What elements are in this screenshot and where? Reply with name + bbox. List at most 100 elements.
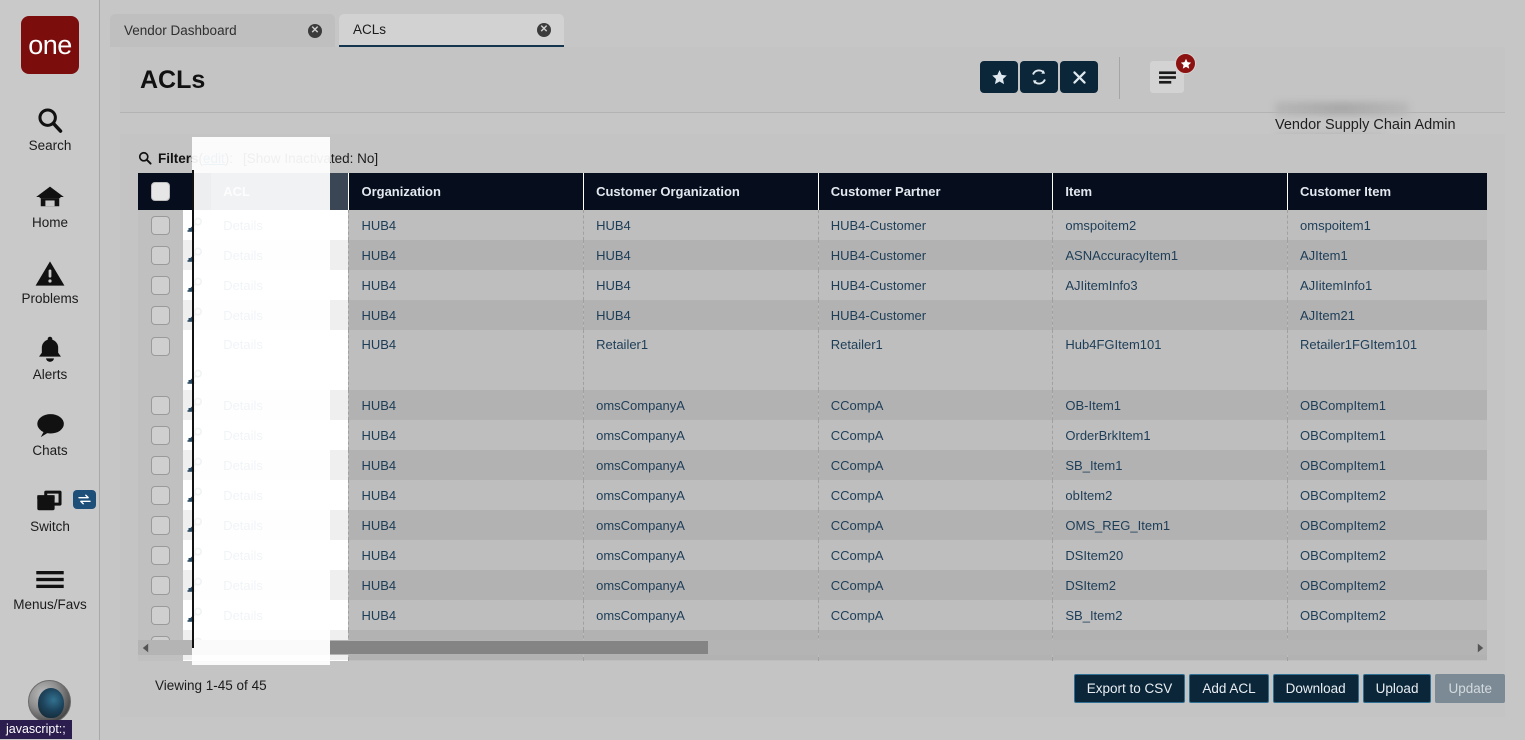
- caret-right-icon[interactable]: [1473, 640, 1487, 655]
- row-detail-icon-cell[interactable]: [183, 330, 211, 390]
- row-detail-icon-cell[interactable]: [183, 240, 211, 270]
- cell-acl[interactable]: Details: [211, 330, 349, 390]
- details-link[interactable]: Details: [223, 518, 263, 533]
- row-select-cell[interactable]: [138, 330, 183, 390]
- upload-button[interactable]: Upload: [1363, 674, 1432, 703]
- cell-acl[interactable]: Details: [211, 210, 349, 240]
- column-header-customer-item[interactable]: Customer Item: [1288, 173, 1487, 210]
- close-circle-icon[interactable]: ✕: [308, 24, 322, 38]
- cell-acl[interactable]: Details: [211, 300, 349, 330]
- row-select-cell[interactable]: [138, 390, 183, 420]
- export-to-csv-button[interactable]: Export to CSV: [1074, 674, 1186, 703]
- details-link[interactable]: Details: [223, 337, 263, 352]
- sidebar-item-problems[interactable]: Problems: [0, 256, 100, 306]
- column-header-organization[interactable]: Organization: [349, 173, 584, 210]
- table-row[interactable]: DetailsHUB4omsCompanyACCompAOB-Item1OBCo…: [138, 390, 1487, 420]
- add-acl-button[interactable]: Add ACL: [1189, 674, 1268, 703]
- table-row[interactable]: DetailsHUB4omsCompanyACCompASB_Item2OBCo…: [138, 600, 1487, 630]
- row-detail-icon-cell[interactable]: [183, 480, 211, 510]
- row-select-cell[interactable]: [138, 300, 183, 330]
- select-all-header[interactable]: [138, 173, 183, 210]
- row-select-cell[interactable]: [138, 450, 183, 480]
- details-link[interactable]: Details: [223, 578, 263, 593]
- row-checkbox[interactable]: [151, 396, 170, 415]
- sidebar-item-menus-favs[interactable]: Menus/Favs: [0, 562, 100, 612]
- refresh-button[interactable]: [1020, 61, 1058, 93]
- horizontal-scrollbar[interactable]: [138, 640, 1487, 655]
- row-detail-icon-cell[interactable]: [183, 600, 211, 630]
- details-link[interactable]: Details: [223, 248, 263, 263]
- row-checkbox[interactable]: [151, 486, 170, 505]
- table-row[interactable]: DetailsHUB4omsCompanyACCompASB_Item1OBCo…: [138, 450, 1487, 480]
- swap-arrows-icon[interactable]: [73, 490, 96, 509]
- cell-acl[interactable]: Details: [211, 270, 349, 300]
- cell-acl[interactable]: Details: [211, 420, 349, 450]
- table-row[interactable]: DetailsHUB4HUB4HUB4-Customeromspoitem2om…: [138, 210, 1487, 240]
- row-detail-icon-cell[interactable]: [183, 420, 211, 450]
- row-checkbox[interactable]: [151, 276, 170, 295]
- star-badge-icon[interactable]: [1175, 53, 1196, 74]
- sidebar-item-home[interactable]: Home: [0, 180, 100, 230]
- row-select-cell[interactable]: [138, 660, 183, 661]
- row-select-cell[interactable]: [138, 210, 183, 240]
- close-button[interactable]: [1060, 61, 1098, 93]
- details-link[interactable]: Details: [223, 398, 263, 413]
- row-detail-icon-cell[interactable]: [183, 510, 211, 540]
- favorite-button[interactable]: [980, 61, 1018, 93]
- table-row[interactable]: DetailsHUB4omsCompanyACCompAOMS_REG_Item…: [138, 510, 1487, 540]
- row-select-cell[interactable]: [138, 540, 183, 570]
- row-select-cell[interactable]: [138, 270, 183, 300]
- download-button[interactable]: Download: [1273, 674, 1359, 703]
- row-detail-icon-cell[interactable]: [183, 270, 211, 300]
- table-row[interactable]: DetailsHUB4omsCompanyACCompAobItem2OBCom…: [138, 480, 1487, 510]
- table-row[interactable]: DetailsHUB4omsCompanyACCompADSItem20OBCo…: [138, 540, 1487, 570]
- row-checkbox[interactable]: [151, 546, 170, 565]
- tab-acls[interactable]: ACLs ✕: [339, 14, 564, 47]
- row-checkbox[interactable]: [151, 576, 170, 595]
- horizontal-scrollbar-thumb[interactable]: [330, 641, 708, 654]
- select-all-checkbox[interactable]: [151, 182, 170, 201]
- row-select-cell[interactable]: [138, 600, 183, 630]
- row-checkbox[interactable]: [151, 456, 170, 475]
- tab-vendor-dashboard[interactable]: Vendor Dashboard ✕: [110, 14, 335, 47]
- filters-edit-link[interactable]: edit: [203, 151, 225, 166]
- sidebar-item-search[interactable]: Search: [0, 103, 100, 153]
- row-detail-icon-cell[interactable]: [183, 570, 211, 600]
- table-row[interactable]: DetailsHUB4HUB4HUB4-CustomerASNAccuracyI…: [138, 240, 1487, 270]
- cell-acl[interactable]: Details: [211, 480, 349, 510]
- cell-acl[interactable]: Details: [211, 570, 349, 600]
- cell-acl[interactable]: Details: [211, 600, 349, 630]
- row-select-cell[interactable]: [138, 570, 183, 600]
- details-link[interactable]: Details: [223, 218, 263, 233]
- cell-acl[interactable]: Details: [211, 450, 349, 480]
- table-row[interactable]: DetailsHUB4HUB4HUB4-CustomerAJIitemInfo3…: [138, 270, 1487, 300]
- row-select-cell[interactable]: [138, 480, 183, 510]
- details-link[interactable]: Details: [223, 308, 263, 323]
- row-checkbox[interactable]: [151, 337, 170, 356]
- table-row[interactable]: DetailsHUB4HUB4HUB4-CustomerAJItem21: [138, 300, 1487, 330]
- row-checkbox[interactable]: [151, 516, 170, 535]
- row-checkbox[interactable]: [151, 216, 170, 235]
- cell-acl[interactable]: Details: [211, 540, 349, 570]
- table-row[interactable]: DetailsHUB4omsCompanyACCompADSItem2OBCom…: [138, 570, 1487, 600]
- row-detail-icon-cell[interactable]: [183, 300, 211, 330]
- row-detail-icon-cell[interactable]: [183, 660, 211, 661]
- row-checkbox[interactable]: [151, 426, 170, 445]
- details-link[interactable]: Details: [223, 278, 263, 293]
- sidebar-item-alerts[interactable]: Alerts: [0, 332, 100, 382]
- cell-acl[interactable]: Details: [211, 660, 349, 661]
- sidebar-item-chats[interactable]: Chats: [0, 408, 100, 458]
- details-link[interactable]: Details: [223, 488, 263, 503]
- cell-acl[interactable]: Details: [211, 390, 349, 420]
- row-detail-icon-cell[interactable]: [183, 210, 211, 240]
- column-header-customer-partner[interactable]: Customer Partner: [818, 173, 1053, 210]
- column-header-item[interactable]: Item: [1053, 173, 1288, 210]
- table-row[interactable]: DetailsHUB4Retailer1Retailer1Hub4FGItem1…: [138, 330, 1487, 390]
- details-link[interactable]: Details: [223, 428, 263, 443]
- column-header-customer-organization[interactable]: Customer Organization: [584, 173, 819, 210]
- details-link[interactable]: Details: [223, 608, 263, 623]
- details-link[interactable]: Details: [223, 548, 263, 563]
- user-avatar-icon[interactable]: [28, 680, 71, 723]
- row-checkbox[interactable]: [151, 606, 170, 625]
- table-row[interactable]: DetailsHUB4omsCompanyACCompAOrderBrkItem…: [138, 420, 1487, 450]
